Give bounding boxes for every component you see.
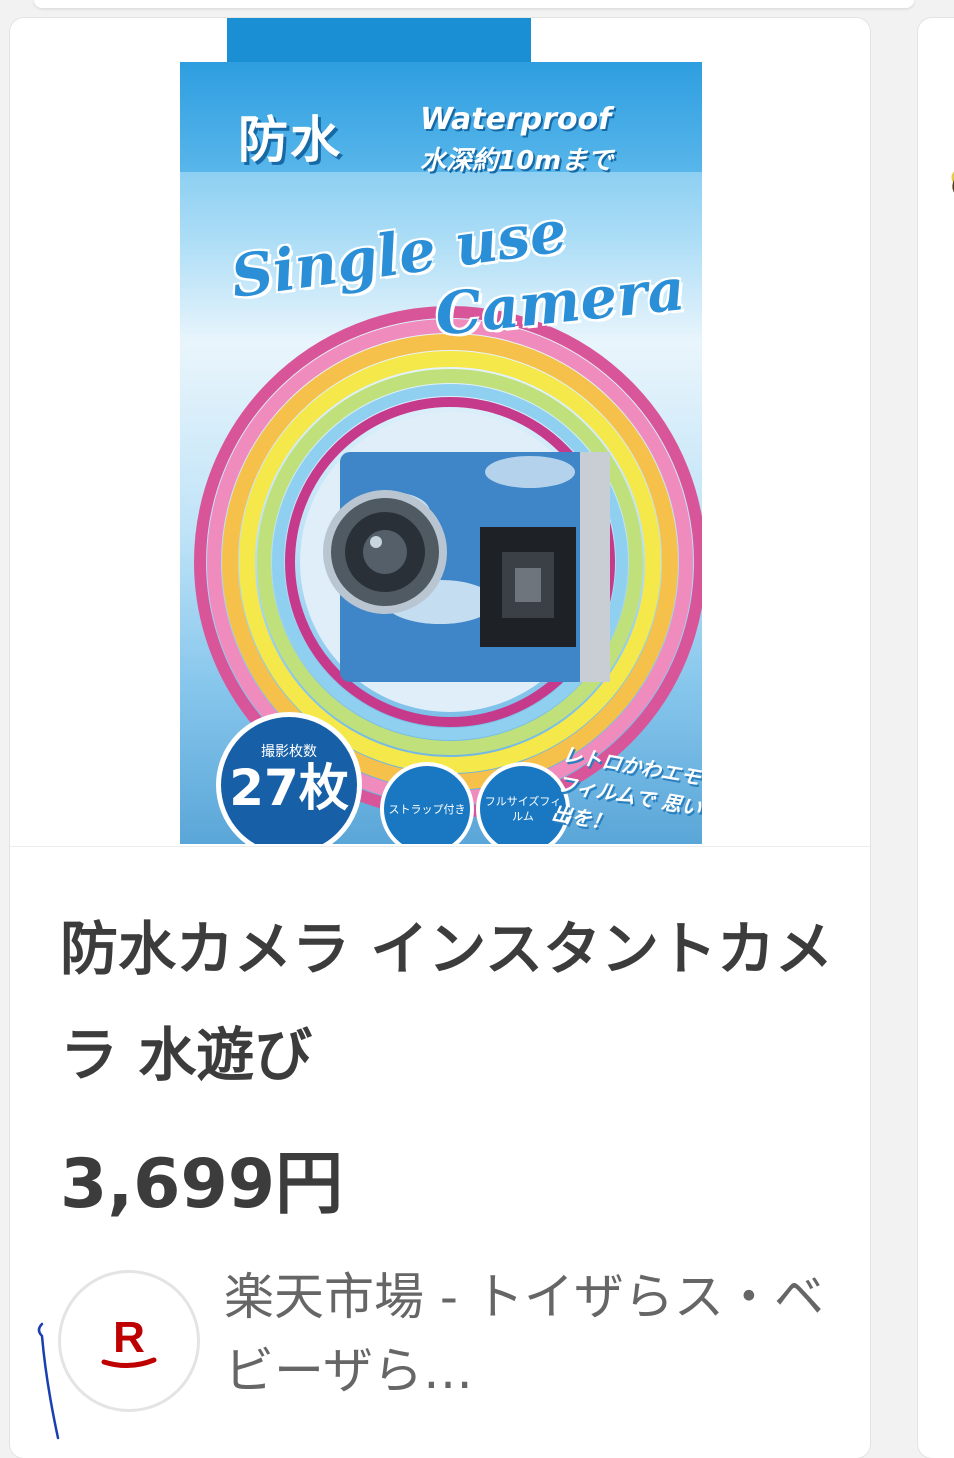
seller-name[interactable]: 楽天市場 - トイザらス・ベビーザら… [224, 1260, 844, 1408]
pen-annotation-mark [37, 1322, 60, 1440]
seller-logo: R [58, 1270, 200, 1412]
product-image[interactable]: 防水 Waterproof 水深約10mまで Single use Camera… [10, 18, 870, 847]
depth-label: 水深約10mまで [420, 146, 614, 176]
previous-card-edge [34, 0, 914, 8]
shots-badge-value: 27枚 [229, 759, 349, 817]
next-product-card[interactable] [918, 18, 954, 1458]
shots-badge-label: 撮影枚数 [261, 744, 317, 760]
rakuten-r-icon: R [101, 1313, 157, 1368]
camera-box: 防水 Waterproof 水深約10mまで Single use Camera… [180, 62, 702, 844]
waterproof-label-jp: 防水 [238, 111, 342, 169]
product-title[interactable]: 防水カメラ インスタントカメラ 水遊び [60, 896, 840, 1108]
svg-text:R: R [113, 1313, 145, 1362]
product-card[interactable]: 防水 Waterproof 水深約10mまで Single use Camera… [10, 18, 870, 1458]
product-price: 3,699円 [60, 1145, 344, 1224]
waterproof-label-en: Waterproof [420, 102, 612, 137]
next-product-image [951, 171, 954, 193]
